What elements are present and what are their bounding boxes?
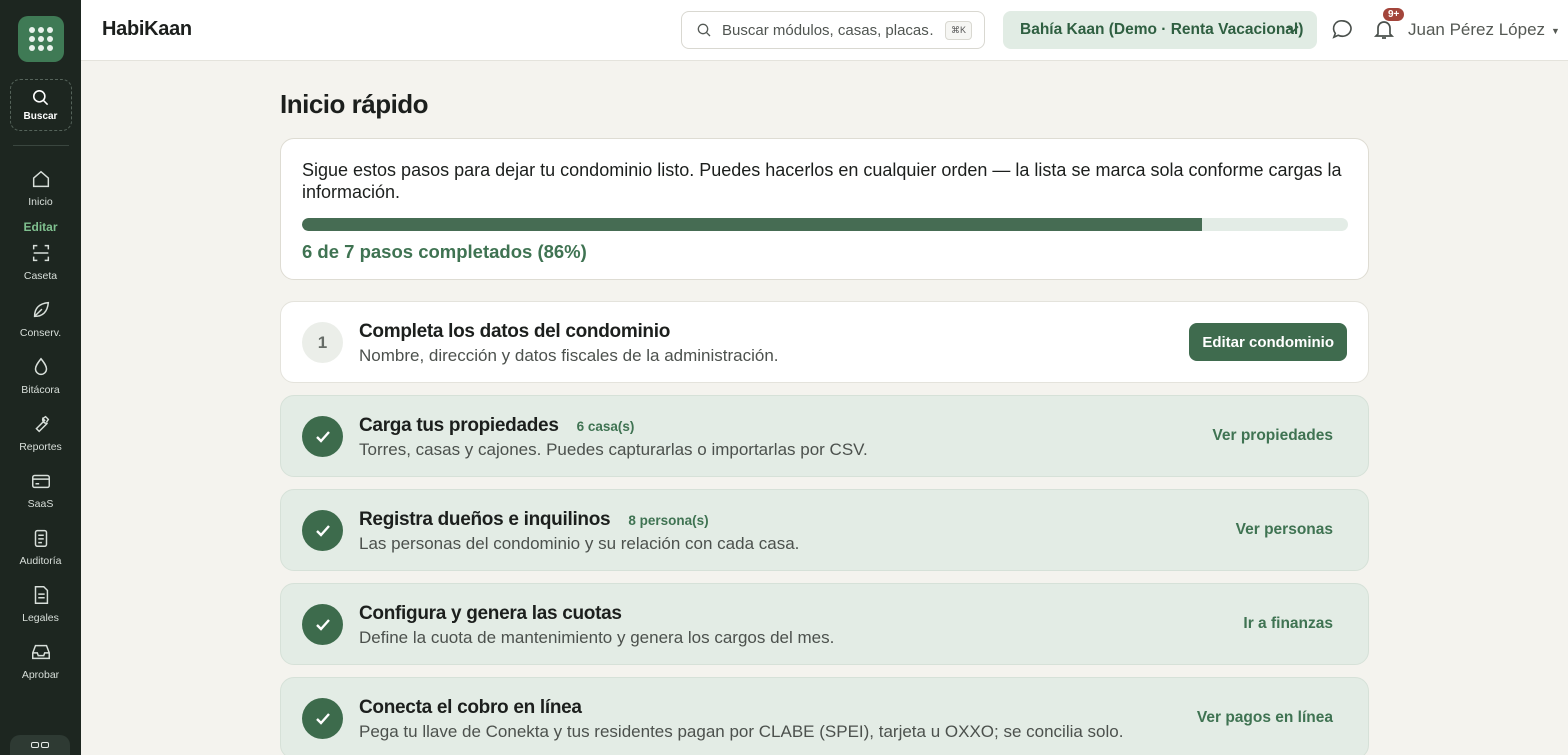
drop-icon <box>34 357 47 375</box>
step-card: Configura y genera las cuotas Define la … <box>280 583 1369 665</box>
step-card: 1 Completa los datos del condominio Nomb… <box>280 301 1369 383</box>
step-title: Registra dueños e inquilinos 8 persona(s) <box>359 509 709 531</box>
step-count: 8 persona(s) <box>628 513 709 528</box>
step-number: 1 <box>302 322 343 363</box>
sidebar-item-label: SaaS <box>27 498 54 510</box>
search-icon <box>32 89 49 106</box>
search-icon <box>697 23 711 37</box>
check-icon <box>302 604 343 645</box>
page-title: Inicio rápido <box>280 89 429 119</box>
inbox-icon <box>31 644 50 660</box>
sidebar-item-label: Bitácora <box>21 384 60 396</box>
sidebar-item-label: Reportes <box>19 441 62 453</box>
progress-bar <box>302 218 1348 231</box>
step-count: 6 casa(s) <box>576 419 635 434</box>
step-title-text: Conecta el cobro en línea <box>359 697 582 718</box>
intro-text: Sigue estos pasos para dejar tu condomin… <box>302 160 1342 202</box>
sidebar-item-caseta[interactable]: Caseta <box>0 242 81 282</box>
card-icon <box>31 474 50 489</box>
step-description: Pega tu llave de Conekta y tus residente… <box>359 722 1124 741</box>
step-title: Carga tus propiedades 6 casa(s) <box>359 415 634 437</box>
step-title-text: Registra dueños e inquilinos <box>359 509 611 530</box>
sidebar-item-reportes[interactable]: Reportes <box>0 413 81 453</box>
edit-condominium-button[interactable]: Editar condominio <box>1189 323 1347 361</box>
chevron-down-icon <box>1287 25 1299 33</box>
search-input[interactable] <box>722 21 934 39</box>
view-properties-link[interactable]: Ver propiedades <box>1212 427 1333 445</box>
home-icon <box>32 170 49 188</box>
step-description: Nombre, dirección y datos fiscales de la… <box>359 346 779 365</box>
scan-icon <box>32 244 49 262</box>
step-title-text: Completa los datos del condominio <box>359 321 671 342</box>
step-title: Completa los datos del condominio <box>359 321 670 343</box>
caret-down-icon: ▼ <box>1551 25 1560 36</box>
go-to-finance-link[interactable]: Ir a finanzas <box>1243 615 1333 633</box>
sidebar-item-legales[interactable]: Legales <box>0 584 81 624</box>
app-brand: HabiKaan <box>102 18 192 40</box>
search-shortcut-hint: ⌘K <box>944 21 972 40</box>
sidebar-item-label: Inicio <box>28 196 53 208</box>
clipboard-icon <box>34 529 47 547</box>
sidebar-item-saas[interactable]: SaaS <box>0 470 81 510</box>
sidebar-item-label: Conserv. <box>19 327 62 339</box>
step-title: Configura y genera las cuotas <box>359 603 622 625</box>
tenant-label: Bahía Kaan (Demo · Renta Vacacional) <box>1020 21 1304 38</box>
check-icon <box>302 510 343 551</box>
sidebar-item-bitacora[interactable]: Bitácora <box>0 356 81 396</box>
view-people-link[interactable]: Ver personas <box>1236 521 1333 539</box>
tenant-selector[interactable]: Bahía Kaan (Demo · Renta Vacacional) <box>1003 11 1317 49</box>
notification-badge: 9+ <box>1383 8 1405 21</box>
sidebar-more-button[interactable] <box>10 735 70 755</box>
sidebar-item-label: Aprobar <box>21 669 60 681</box>
global-search[interactable]: ⌘K <box>681 11 985 49</box>
step-title-text: Carga tus propiedades <box>359 415 559 436</box>
sidebar-item-label: Legales <box>22 612 59 624</box>
step-card: Registra dueños e inquilinos 8 persona(s)… <box>280 489 1369 571</box>
check-icon <box>302 698 343 739</box>
sidebar-search-label: Buscar <box>23 111 58 122</box>
step-card: Carga tus propiedades 6 casa(s) Torres, c… <box>280 395 1369 477</box>
step-description: Define la cuota de mantenimiento y gener… <box>359 628 835 647</box>
step-description: Torres, casas y cajones. Puedes capturar… <box>359 440 868 459</box>
sidebar-item-label: Caseta <box>23 270 58 282</box>
chat-icon[interactable] <box>1331 18 1354 41</box>
sidebar-item-inicio[interactable]: Inicio <box>0 168 81 208</box>
progress-label: 6 de 7 pasos completados (86%) <box>302 241 587 262</box>
sidebar-group-editar[interactable]: Editar <box>23 220 57 234</box>
view-online-payments-link[interactable]: Ver pagos en línea <box>1197 709 1333 727</box>
sidebar: Buscar Inicio Editar Caseta Conserv. Bit… <box>0 0 81 755</box>
sidebar-search-button[interactable]: Buscar <box>9 79 72 131</box>
topbar: HabiKaan ⌘K Bahía Kaan (Demo · Renta Vac… <box>81 0 1568 61</box>
main-content: Inicio rápido Sigue estos pasos para dej… <box>280 61 1369 755</box>
progress-bar-fill <box>302 218 1202 231</box>
app-launcher-button[interactable] <box>17 16 64 62</box>
sidebar-item-aprobar[interactable]: Aprobar <box>0 641 81 681</box>
sidebar-item-conserv[interactable]: Conserv. <box>0 299 81 339</box>
wrench-icon <box>34 415 49 433</box>
step-title-text: Configura y genera las cuotas <box>359 603 622 624</box>
sidebar-item-auditoria[interactable]: Auditoría <box>0 527 81 567</box>
sidebar-divider <box>12 145 69 146</box>
user-menu[interactable]: Juan Pérez López ▼ <box>1408 20 1560 40</box>
document-icon <box>34 586 48 604</box>
user-name: Juan Pérez López <box>1408 20 1546 39</box>
step-title: Conecta el cobro en línea <box>359 697 582 719</box>
progress-card: Sigue estos pasos para dejar tu condomin… <box>280 138 1369 280</box>
sidebar-item-label: Auditoría <box>19 555 62 567</box>
leaf-icon <box>33 301 49 318</box>
check-icon <box>302 416 343 457</box>
step-description: Las personas del condominio y su relació… <box>359 534 800 553</box>
step-card: Conecta el cobro en línea Pega tu llave … <box>280 677 1369 755</box>
